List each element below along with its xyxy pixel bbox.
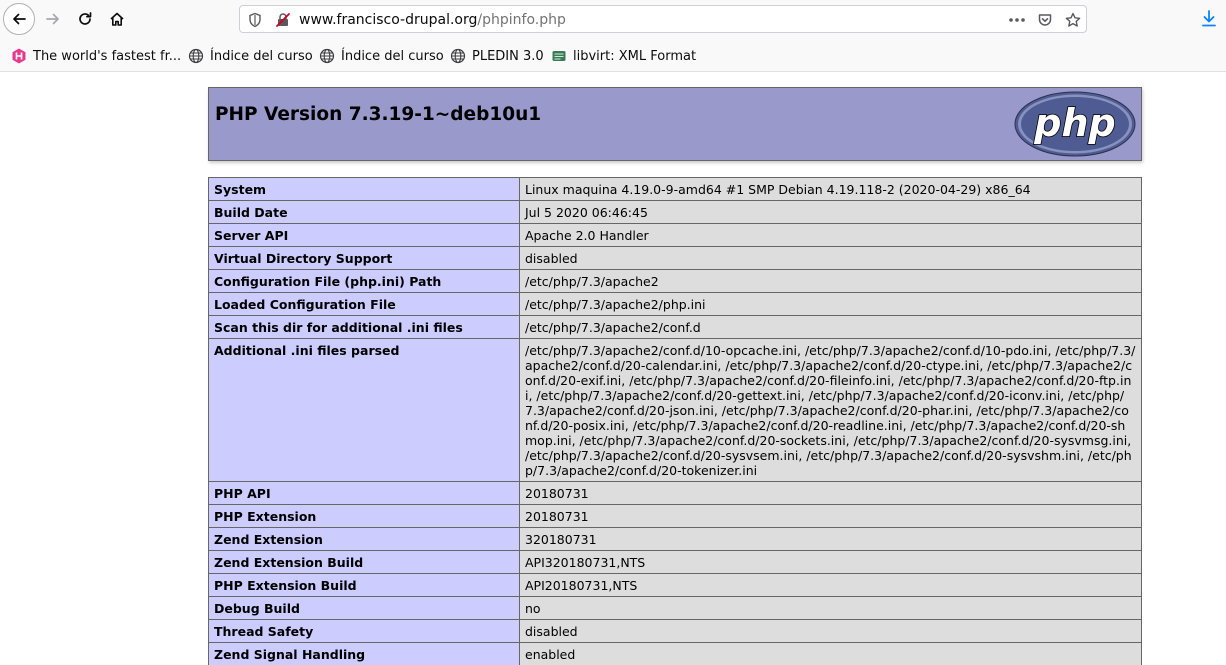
bookmark-item[interactable]: Índice del curso [188, 47, 313, 65]
row-label: Zend Extension [208, 527, 520, 551]
row-label: System [208, 177, 520, 201]
bookmark-item[interactable]: The world's fastest fr... [11, 47, 181, 65]
row-label: Configuration File (php.ini) Path [208, 269, 520, 293]
row-value: /etc/php/7.3/apache2 [519, 269, 1142, 293]
table-row: Thread Safety disabled [208, 619, 1142, 643]
row-label: Loaded Configuration File [208, 292, 520, 316]
row-label: PHP API [208, 481, 520, 505]
row-value: 20180731 [519, 504, 1142, 528]
url-path: /phpinfo.php [477, 12, 566, 28]
globe-icon [188, 48, 204, 64]
back-button[interactable] [3, 3, 35, 35]
table-row: Virtual Directory Support disabled [208, 246, 1142, 270]
row-label: Thread Safety [208, 619, 520, 643]
bookmark-item[interactable]: Índice del curso [319, 47, 444, 65]
forward-button[interactable] [37, 3, 69, 35]
table-row: Zend Extension Build API320180731,NTS [208, 550, 1142, 574]
forward-arrow-icon [46, 13, 59, 25]
insecure-lock-icon[interactable] [275, 12, 291, 28]
bookmark-label: Índice del curso [341, 48, 444, 64]
table-row: Configuration File (php.ini) Path/etc/ph… [208, 269, 1142, 293]
table-row: PHP Extension 20180731 [208, 504, 1142, 528]
row-label: PHP Extension Build [208, 573, 520, 597]
table-row: Zend Extension 320180731 [208, 527, 1142, 551]
row-value: no [519, 596, 1142, 620]
reload-icon [79, 12, 92, 25]
bookmarks-toolbar: The world's fastest fr... Índice del cur… [0, 38, 1226, 72]
row-label: Zend Signal Handling [208, 642, 520, 665]
downloads-icon[interactable] [1201, 10, 1217, 28]
globe-icon [450, 48, 466, 64]
row-label: Scan this dir for additional .ini files [208, 315, 520, 339]
table-row: Additional .ini files parsed/etc/php/7.3… [208, 338, 1142, 482]
php-logo[interactable]: php [1014, 91, 1136, 157]
row-label: Debug Build [208, 596, 520, 620]
home-icon [110, 12, 124, 26]
row-value: disabled [519, 246, 1142, 270]
table-row: System Linux maquina 4.19.0-9-amd64 #1 SM… [208, 177, 1142, 201]
bookmark-label: PLEDIN 3.0 [472, 48, 544, 64]
row-value: disabled [519, 619, 1142, 643]
browser-toolbar: www.francisco-drupal.org/phpinfo.php [0, 0, 1226, 38]
bookmark-star-icon[interactable] [1065, 12, 1081, 28]
row-value: /etc/php/7.3/apache2/conf.d/10-opcache.i… [519, 338, 1142, 482]
table-row: Zend Signal Handling enabled [208, 642, 1142, 665]
row-label: Additional .ini files parsed [208, 338, 520, 482]
site-info-shield-icon[interactable] [248, 12, 262, 28]
row-value: API20180731,NTS [519, 573, 1142, 597]
php-logo-text: php [1033, 101, 1115, 145]
url-host: www.francisco-drupal.org [299, 12, 478, 28]
table-row: Debug Build no [208, 596, 1142, 620]
url-bar[interactable]: www.francisco-drupal.org/phpinfo.php [239, 5, 1087, 33]
php-info-table: System Linux maquina 4.19.0-9-amd64 #1 SM… [208, 177, 1142, 665]
row-value: 20180731 [519, 481, 1142, 505]
bookmark-label: Índice del curso [210, 48, 313, 64]
page-content: PHP Version 7.3.19-1~deb10u1 php System L… [0, 72, 1226, 665]
row-value: API320180731,NTS [519, 550, 1142, 574]
row-value: 320180731 [519, 527, 1142, 551]
bookmark-item[interactable]: PLEDIN 3.0 [450, 47, 544, 65]
php-version-header: PHP Version 7.3.19-1~deb10u1 php [208, 87, 1142, 161]
row-value: Apache 2.0 Handler [519, 223, 1142, 247]
home-button[interactable] [101, 3, 133, 35]
libvirt-icon [551, 48, 567, 64]
table-row: Build Date Jul 5 2020 06:46:45 [208, 200, 1142, 224]
pocket-icon[interactable] [1037, 12, 1053, 28]
row-label: Build Date [208, 200, 520, 224]
row-value: Linux maquina 4.19.0-9-amd64 #1 SMP Debi… [519, 177, 1142, 201]
table-row: Server API Apache 2.0 Handler [208, 223, 1142, 247]
bookmark-item[interactable]: libvirt: XML Format [551, 47, 696, 65]
page-actions-menu-icon[interactable] [1008, 17, 1026, 23]
bookmark-label: The world's fastest fr... [33, 48, 182, 64]
url-text[interactable]: www.francisco-drupal.org/phpinfo.php [299, 12, 566, 28]
table-row: PHP Extension Build API20180731,NTS [208, 573, 1142, 597]
back-arrow-icon [13, 13, 26, 25]
row-label: Virtual Directory Support [208, 246, 520, 270]
page-title: PHP Version 7.3.19-1~deb10u1 [215, 104, 542, 125]
table-row: PHP API 20180731 [208, 481, 1142, 505]
row-value: /etc/php/7.3/apache2/conf.d [519, 315, 1142, 339]
bookmark-label: libvirt: XML Format [573, 48, 697, 64]
table-row: Loaded Configuration File/etc/php/7.3/ap… [208, 292, 1142, 316]
reload-button[interactable] [69, 3, 101, 35]
row-label: Zend Extension Build [208, 550, 520, 574]
hexagon-h-icon [11, 48, 27, 64]
row-value: Jul 5 2020 06:46:45 [519, 200, 1142, 224]
row-label: Server API [208, 223, 520, 247]
row-label: PHP Extension [208, 504, 520, 528]
table-row: Scan this dir for additional .ini files /… [208, 315, 1142, 339]
globe-icon [319, 48, 335, 64]
row-value: enabled [519, 642, 1142, 665]
row-value: /etc/php/7.3/apache2/php.ini [519, 292, 1142, 316]
